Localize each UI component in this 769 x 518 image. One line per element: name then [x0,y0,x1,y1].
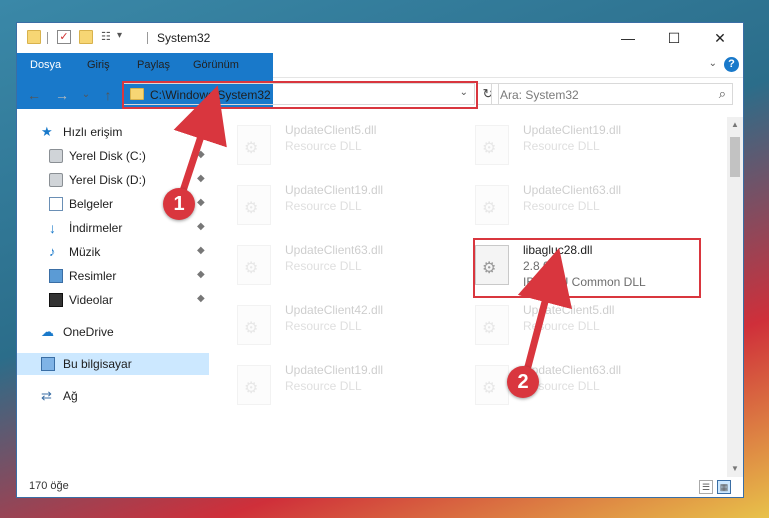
annotation-arrows [173,85,572,379]
step-badge-2: 2 [507,366,539,398]
arrow-to-address-bar [173,85,227,202]
arrow-to-file [517,247,572,379]
step-badge-1: 1 [163,188,195,220]
